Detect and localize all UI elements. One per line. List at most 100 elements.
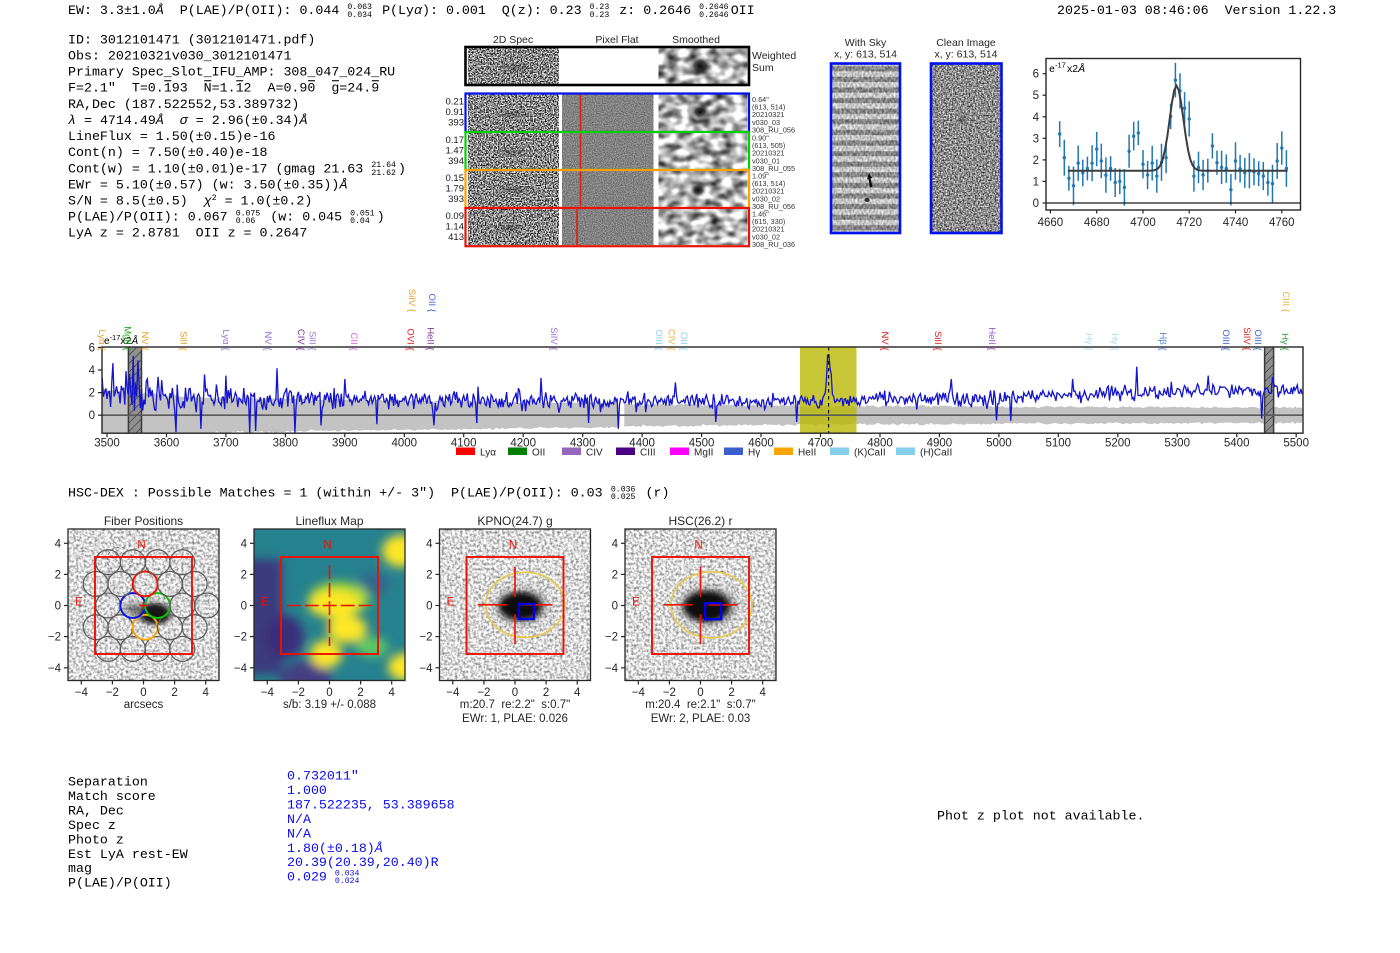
svg-text:0: 0 [326,687,332,699]
svg-text:0.21: 0.21 [446,97,465,108]
svg-text:OII {: OII { [426,294,437,312]
svg-text:x, y: 613, 514: x, y: 613, 514 [934,49,997,61]
svg-text:CIV {: CIV { [666,329,677,351]
svg-text:21.62: 21.62 [371,169,396,178]
svg-text:4: 4 [202,687,209,699]
svg-text:4: 4 [241,538,248,550]
svg-text:2: 2 [55,569,61,581]
svg-text:Å: Å [339,177,348,192]
svg-text:N: N [694,540,702,552]
svg-text:−4: −4 [605,663,619,675]
svg-text:4700: 4700 [1130,217,1156,229]
svg-text:4: 4 [1033,112,1040,124]
svg-text:P(LAE)/P(OII): 0.067: P(LAE)/P(OII): 0.067 [68,210,236,225]
svg-text:OII: OII [731,3,755,18]
svg-text:Photo z: Photo z [68,832,124,847]
svg-text:5300: 5300 [1164,437,1190,449]
svg-text:5: 5 [1033,90,1039,102]
svg-text:Hγ {: Hγ { [1083,333,1094,350]
svg-text:0: 0 [1033,198,1039,210]
svg-text:−4: −4 [234,663,248,675]
svg-text:Smoothed: Smoothed [672,34,720,46]
svg-text:Lyα: Lyα [480,448,496,459]
svg-text:−4: −4 [48,663,62,675]
svg-text:m:20.7 re:2.2" s:0.7": m:20.7 re:2.2" s:0.7" [460,699,570,711]
svg-text:0.2646: 0.2646 [699,11,729,20]
svg-text:−4: −4 [446,687,460,699]
svg-text:= 1.0(±0.2): = 1.0(±0.2) [217,194,313,209]
svg-text:OIII {: OIII { [653,329,664,350]
svg-text:N: N [137,540,145,552]
svg-text:E: E [261,597,269,609]
svg-text:Å: Å [299,113,308,128]
svg-text:0: 0 [241,601,247,613]
svg-text:−2: −2 [663,687,676,699]
svg-text:0.04: 0.04 [350,217,370,226]
svg-text:CIV: CIV [586,448,603,459]
svg-text:0.029: 0.029 [287,870,335,885]
svg-text:Cont(n) = 7.50(±0.40)e-18: Cont(n) = 7.50(±0.40)e-18 [68,145,268,160]
svg-text:EWr: 2, PLAE: 0.03: EWr: 2, PLAE: 0.03 [651,713,751,725]
svg-text:1.80(±0.18): 1.80(±0.18) [287,841,375,856]
svg-text:CIV {: CIV { [295,329,306,351]
svg-text:N: N [509,540,517,552]
svg-text:): ) [377,210,385,225]
svg-text:393: 393 [448,194,464,205]
svg-text:KPNO(24.7) g: KPNO(24.7) g [477,514,552,528]
svg-text:OVI {: OVI { [405,328,416,350]
svg-text:3600: 3600 [154,437,180,449]
svg-text:RA, Dec: RA, Dec [68,803,124,818]
svg-text:S/N = 8.5(±0.5): S/N = 8.5(±0.5) [68,194,204,209]
svg-text:RA,Dec (187.522552,53.389732): RA,Dec (187.522552,53.389732) [68,97,299,112]
svg-text:): ) [398,161,406,176]
svg-text:0: 0 [55,601,61,613]
svg-text:2: 2 [171,687,177,699]
svg-text:(H)CaII: (H)CaII [920,448,952,459]
svg-text:Clean Image: Clean Image [936,37,996,49]
svg-text:4: 4 [55,538,62,550]
svg-text:1: 1 [1033,176,1039,188]
svg-text:SiII {: SiII { [932,331,943,351]
svg-text:P(Ly: P(Ly [374,3,414,18]
svg-text:4: 4 [89,365,96,377]
svg-text:Obs: 20210321v030_3012101471: Obs: 20210321v030_3012101471 [68,48,291,63]
svg-text:2: 2 [89,388,95,400]
svg-text:2D Spec: 2D Spec [493,34,533,46]
svg-text:OII {: OII { [678,332,689,350]
svg-text:Spec z: Spec z [68,818,116,833]
svg-text:Lyα {: Lyα { [96,330,107,351]
svg-text:Lyα {: Lyα { [220,330,231,351]
svg-text:F=2.1" T=0.193 N=1.12 A=0.9: F=2.1" T=0.193 N=1.12 A=0.90 g=24.9 [68,81,379,96]
svg-text:HSC(26.2) r: HSC(26.2) r [668,514,732,528]
svg-text:4720: 4720 [1176,217,1202,229]
svg-text:x2Å: x2Å [1067,62,1085,75]
svg-text:m:20.4 re:2.1" s:0.7": m:20.4 re:2.1" s:0.7" [645,699,755,711]
svg-text:P(LAE)/P(OII): 0.044: P(LAE)/P(OII): 0.044 [164,3,348,18]
svg-text:SiII {: SiII { [307,331,318,351]
svg-text:mag: mag [68,861,92,876]
svg-text:3: 3 [1033,133,1039,145]
svg-text:3900: 3900 [332,437,358,449]
svg-text:0: 0 [426,601,432,613]
svg-text:Phot z plot not available.: Phot z plot not available. [937,809,1144,824]
svg-text:HeII {: HeII { [425,327,436,350]
svg-text:HeII: HeII [798,448,816,459]
svg-text:Lineflux Map: Lineflux Map [295,514,363,528]
svg-text:SiIV {: SiIV { [406,289,417,312]
svg-text:Hγ: Hγ [748,448,760,459]
svg-text:3800: 3800 [273,437,299,449]
svg-text:NV {: NV { [879,331,890,350]
svg-text:λ: λ [68,113,76,128]
svg-text:Pixel Flat: Pixel Flat [595,34,638,46]
svg-text:SiIV {: SiIV { [548,327,559,350]
svg-text:2: 2 [241,569,247,581]
svg-text:6: 6 [1033,69,1039,81]
svg-text:CII {: CII { [348,333,359,351]
svg-text:P(LAE)/P(OII): P(LAE)/P(OII) [68,876,172,891]
svg-text:HeII {: HeII { [986,327,997,350]
svg-text:Fiber Positions: Fiber Positions [104,514,183,528]
svg-text:4660: 4660 [1038,217,1064,229]
svg-text:OIII {: OIII { [1220,329,1231,350]
svg-text:N/A: N/A [287,812,311,827]
svg-text:−4: −4 [261,687,275,699]
